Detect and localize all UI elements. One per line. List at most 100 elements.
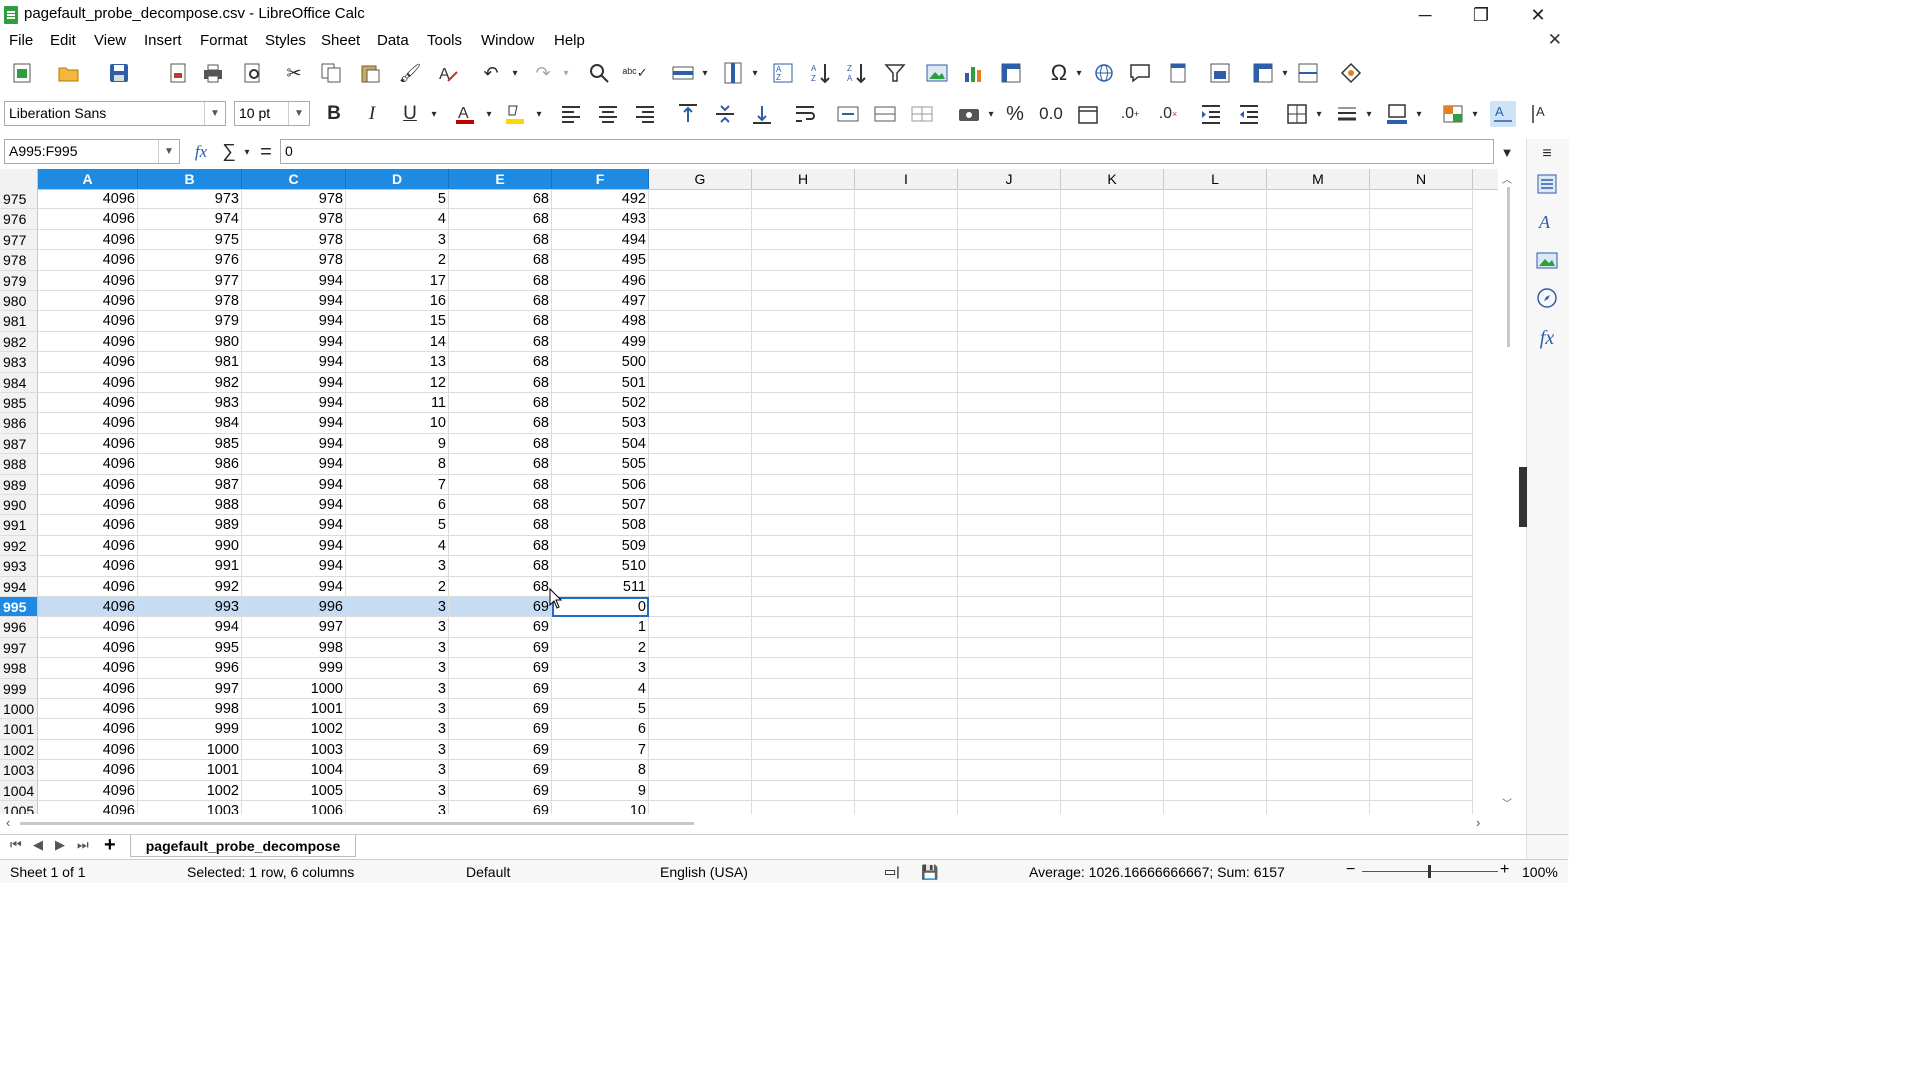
cell-b981[interactable]: 979 — [138, 311, 242, 332]
special-character-dropdown-icon[interactable]: ▾ — [1066, 60, 1092, 86]
cell-a1005[interactable]: 4096 — [38, 801, 138, 814]
cell-k982[interactable] — [1061, 331, 1164, 353]
cell-a993[interactable]: 4096 — [38, 556, 138, 577]
cell-e975[interactable]: 68 — [449, 189, 552, 210]
menu-file[interactable]: File — [9, 32, 33, 49]
cell-i985[interactable] — [855, 393, 958, 414]
column-header-j[interactable]: J — [958, 169, 1061, 189]
cell-l982[interactable] — [1164, 331, 1267, 353]
cell-c981[interactable]: 994 — [242, 311, 346, 332]
row-dropdown-icon[interactable]: ▾ — [692, 60, 718, 86]
cell-h987[interactable] — [752, 433, 855, 455]
cell-k986[interactable] — [1061, 413, 1164, 434]
row-header[interactable]: 1001 — [0, 719, 38, 740]
new-document-icon[interactable] — [10, 60, 36, 86]
cell-d1003[interactable]: 3 — [346, 760, 449, 781]
cell-m994[interactable] — [1267, 576, 1370, 597]
cell-j980[interactable] — [958, 291, 1061, 312]
cell-f1002[interactable]: 7 — [552, 739, 649, 761]
cell-a985[interactable]: 4096 — [38, 393, 138, 414]
cell-a998[interactable]: 4096 — [38, 658, 138, 679]
row-header[interactable]: 998 — [0, 658, 38, 679]
cell-k978[interactable] — [1061, 250, 1164, 271]
cell-d978[interactable]: 2 — [346, 250, 449, 271]
cell-j976[interactable] — [958, 209, 1061, 230]
cell-b991[interactable]: 989 — [138, 515, 242, 536]
cell-n1001[interactable] — [1370, 719, 1473, 740]
cell-j997[interactable] — [958, 637, 1061, 659]
cell-e999[interactable]: 69 — [449, 678, 552, 699]
row-header[interactable]: 991 — [0, 515, 38, 536]
cell-g978[interactable] — [649, 250, 752, 271]
cell-f991[interactable]: 508 — [552, 515, 649, 536]
cell-i978[interactable] — [855, 250, 958, 271]
cell-e1003[interactable]: 69 — [449, 760, 552, 781]
cell-d991[interactable]: 5 — [346, 515, 449, 536]
cell-i982[interactable] — [855, 331, 958, 353]
cell-a982[interactable]: 4096 — [38, 331, 138, 353]
cell-d1004[interactable]: 3 — [346, 780, 449, 801]
cell-n992[interactable] — [1370, 535, 1473, 557]
cell-a986[interactable]: 4096 — [38, 413, 138, 434]
cell-i993[interactable] — [855, 556, 958, 577]
cell-b993[interactable]: 991 — [138, 556, 242, 577]
sort-descending-icon[interactable]: ZA — [844, 60, 870, 86]
cell-k987[interactable] — [1061, 433, 1164, 455]
status-page-style[interactable]: Default — [466, 864, 510, 880]
cell-g986[interactable] — [649, 413, 752, 434]
cell-e979[interactable]: 68 — [449, 270, 552, 291]
cell-h1001[interactable] — [752, 719, 855, 740]
cell-j978[interactable] — [958, 250, 1061, 271]
cell-n976[interactable] — [1370, 209, 1473, 230]
cell-k995[interactable] — [1061, 597, 1164, 618]
cell-c992[interactable]: 994 — [242, 535, 346, 557]
menu-styles[interactable]: Styles — [265, 32, 306, 49]
cell-h998[interactable] — [752, 658, 855, 679]
align-right-icon[interactable] — [632, 101, 658, 127]
background-color-icon[interactable] — [502, 101, 528, 127]
cell-b1000[interactable]: 998 — [138, 699, 242, 720]
cell-j1005[interactable] — [958, 801, 1061, 814]
cell-d980[interactable]: 16 — [346, 291, 449, 312]
column-header-c[interactable]: C — [242, 169, 346, 189]
cell-n991[interactable] — [1370, 515, 1473, 536]
cell-k996[interactable] — [1061, 617, 1164, 638]
cell-m979[interactable] — [1267, 270, 1370, 291]
cell-i1000[interactable] — [855, 699, 958, 720]
cell-d993[interactable]: 3 — [346, 556, 449, 577]
scroll-left-icon[interactable]: ‹ — [6, 815, 10, 830]
cell-j1002[interactable] — [958, 739, 1061, 761]
menu-tools[interactable]: Tools — [427, 32, 462, 49]
cell-l980[interactable] — [1164, 291, 1267, 312]
cell-e978[interactable]: 68 — [449, 250, 552, 271]
cell-h986[interactable] — [752, 413, 855, 434]
cell-e1000[interactable]: 69 — [449, 699, 552, 720]
merge-cells-icon[interactable] — [872, 101, 898, 127]
cell-f1005[interactable]: 10 — [552, 801, 649, 814]
cell-f998[interactable]: 3 — [552, 658, 649, 679]
cell-k998[interactable] — [1061, 658, 1164, 679]
cell-c978[interactable]: 978 — [242, 250, 346, 271]
cell-d982[interactable]: 14 — [346, 331, 449, 353]
cell-a991[interactable]: 4096 — [38, 515, 138, 536]
cell-f995[interactable]: 0 — [552, 597, 649, 618]
cell-m992[interactable] — [1267, 535, 1370, 557]
cell-g991[interactable] — [649, 515, 752, 536]
insert-chart-icon[interactable] — [960, 60, 986, 86]
cell-m987[interactable] — [1267, 433, 1370, 455]
row-header[interactable]: 988 — [0, 454, 38, 475]
cell-b988[interactable]: 986 — [138, 454, 242, 475]
cell-n986[interactable] — [1370, 413, 1473, 434]
cell-c1001[interactable]: 1002 — [242, 719, 346, 740]
cell-f978[interactable]: 495 — [552, 250, 649, 271]
cell-l995[interactable] — [1164, 597, 1267, 618]
cell-n989[interactable] — [1370, 474, 1473, 495]
selection-mode-icon[interactable]: ▭| — [884, 864, 900, 880]
cell-g1005[interactable] — [649, 801, 752, 814]
cell-d987[interactable]: 9 — [346, 433, 449, 455]
cell-g998[interactable] — [649, 658, 752, 679]
cell-e982[interactable]: 68 — [449, 331, 552, 353]
row-header[interactable]: 980 — [0, 291, 38, 312]
cell-a1001[interactable]: 4096 — [38, 719, 138, 740]
cell-h997[interactable] — [752, 637, 855, 659]
